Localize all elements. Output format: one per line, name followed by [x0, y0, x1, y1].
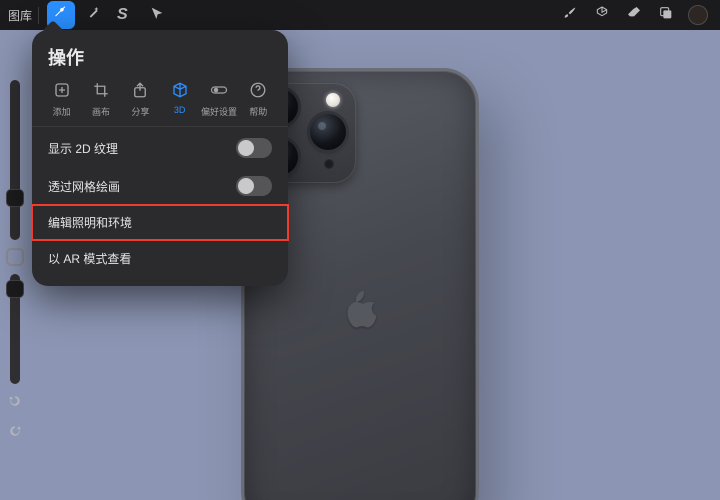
brush-icon: [562, 5, 578, 26]
camera-lens-icon: [310, 114, 346, 150]
actions-popover: 操作 添加 画布 分享 3D: [32, 30, 288, 286]
row-label: 编辑照明和环境: [48, 214, 132, 231]
brush-tool-button[interactable]: [556, 1, 584, 29]
actions-tab-share[interactable]: 分享: [121, 80, 160, 118]
row-label: 显示 2D 纹理: [48, 140, 118, 157]
smudge-tool-button[interactable]: [588, 1, 616, 29]
apple-logo-icon: [343, 291, 377, 329]
actions-tab-3d[interactable]: 3D: [160, 80, 199, 118]
modifier-button[interactable]: [6, 248, 24, 266]
actions-tab-row: 添加 画布 分享 3D 偏好设置: [32, 80, 288, 126]
row-edit-lighting-environment[interactable]: 编辑照明和环境: [32, 205, 288, 240]
layers-icon: [658, 5, 674, 26]
actions-tab-label: 添加: [53, 105, 71, 118]
row-show-2d-texture[interactable]: 显示 2D 纹理: [32, 129, 288, 167]
toggle-paint-through-mesh[interactable]: [236, 176, 272, 196]
row-label: 以 AR 模式查看: [48, 250, 131, 267]
brush-opacity-slider[interactable]: [10, 274, 20, 384]
actions-tab-label: 画布: [92, 105, 110, 118]
actions-tab-label: 3D: [174, 105, 186, 115]
prefs-toggle-icon: [210, 81, 228, 101]
row-view-in-ar[interactable]: 以 AR 模式查看: [32, 241, 288, 276]
transform-arrow-button[interactable]: [143, 1, 171, 29]
actions-popover-title: 操作: [32, 40, 288, 80]
wand-icon: [85, 5, 101, 26]
actions-tab-add[interactable]: 添加: [42, 80, 81, 118]
cursor-arrow-icon: [149, 5, 165, 26]
redo-button[interactable]: [4, 422, 26, 444]
redo-icon: [7, 423, 23, 444]
gallery-button[interactable]: 图库: [8, 7, 39, 24]
eraser-icon: [626, 5, 642, 26]
undo-button[interactable]: [4, 392, 26, 414]
undo-icon: [7, 393, 23, 414]
lidar-sensor-icon: [324, 159, 334, 169]
actions-tab-canvas[interactable]: 画布: [81, 80, 120, 118]
actions-tab-label: 分享: [131, 105, 149, 118]
row-label: 透过网格绘画: [48, 178, 120, 195]
color-swatch: [688, 5, 708, 25]
layers-button[interactable]: [652, 1, 680, 29]
eraser-tool-button[interactable]: [620, 1, 648, 29]
adjustments-wand-button[interactable]: [79, 1, 107, 29]
actions-3d-list: 显示 2D 纹理 透过网格绘画 编辑照明和环境 以 AR 模式查看: [32, 127, 288, 276]
toggle-show-2d-texture[interactable]: [236, 138, 272, 158]
help-icon: [249, 81, 267, 101]
color-picker-button[interactable]: [684, 1, 712, 29]
brush-size-slider[interactable]: [10, 80, 20, 240]
actions-tab-label: 帮助: [249, 105, 267, 118]
selection-tool-button[interactable]: S: [111, 1, 139, 29]
canvas-crop-icon: [92, 81, 110, 101]
actions-tab-label: 偏好设置: [201, 105, 237, 118]
share-icon: [131, 81, 149, 101]
cube-3d-icon: [171, 81, 189, 101]
actions-tab-prefs[interactable]: 偏好设置: [199, 80, 238, 118]
brush-size-knob[interactable]: [6, 189, 24, 207]
brush-opacity-knob[interactable]: [6, 280, 24, 298]
camera-flash-icon: [326, 93, 340, 107]
row-paint-through-mesh[interactable]: 透过网格绘画: [32, 167, 288, 205]
top-toolbar: 图库 S: [0, 0, 720, 30]
toolbar-right-group: [556, 1, 712, 29]
smudge-icon: [594, 5, 610, 26]
actions-tab-help[interactable]: 帮助: [239, 80, 278, 118]
add-icon: [53, 81, 71, 101]
left-sidebar-sliders: [4, 80, 26, 444]
toolbar-left-group: 图库 S: [8, 1, 171, 29]
selection-s-icon: S: [117, 7, 133, 23]
